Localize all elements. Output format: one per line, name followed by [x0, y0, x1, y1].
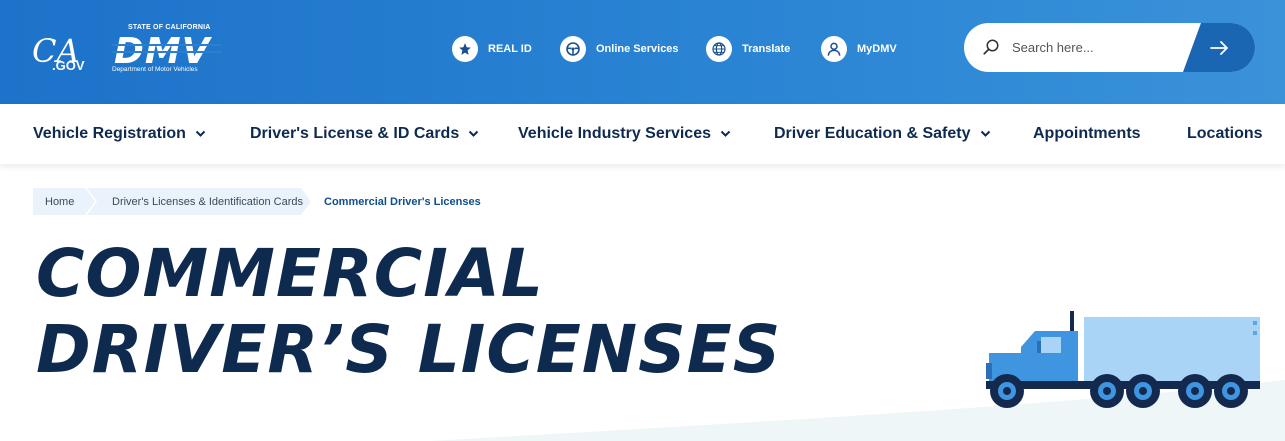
page-title-line-1: COMMERCIAL	[36, 235, 544, 312]
svg-text:.GOV: .GOV	[52, 58, 85, 72]
dmv-logo-subtext: Department of Motor Vehicles	[112, 66, 198, 73]
nav-item-label: Locations	[1187, 125, 1263, 142]
site-header: CA .GOV STATE OF CALIFORNIA DMV Departme…	[0, 0, 1285, 104]
nav-item-label: Vehicle Industry Services	[518, 125, 711, 142]
mydmv-link[interactable]: MyDMV	[821, 36, 897, 62]
breadcrumb-current-page: Commercial Driver's Licenses	[324, 195, 481, 208]
nav-appointments[interactable]: Appointments	[1033, 104, 1141, 164]
steering-wheel-icon	[560, 36, 586, 62]
nav-item-label: Appointments	[1033, 125, 1141, 142]
mydmv-label: MyDMV	[857, 43, 897, 55]
nav-vehicle-registration[interactable]: Vehicle Registration	[33, 104, 206, 164]
nav-item-label: Driver Education & Safety	[774, 125, 971, 142]
breadcrumb-home[interactable]: Home	[33, 188, 95, 215]
page-title: COMMERCIAL DRIVER’S LICENSES	[36, 236, 796, 388]
user-icon	[821, 36, 847, 62]
chevron-down-icon	[980, 130, 990, 137]
dmv-logo-mark: DMV	[112, 32, 222, 66]
chevron-down-icon	[469, 130, 479, 137]
nav-driver-education-safety[interactable]: Driver Education & Safety	[774, 104, 991, 164]
nav-item-label: Driver's License & ID Cards	[250, 125, 460, 142]
search-submit-button[interactable]	[1183, 23, 1255, 72]
svg-text:DMV: DMV	[114, 32, 213, 66]
online-services-link[interactable]: Online Services	[560, 36, 679, 62]
search-icon	[982, 38, 1000, 56]
chevron-down-icon	[195, 130, 206, 137]
translate-label: Translate	[742, 43, 791, 55]
breadcrumb-drivers-licenses[interactable]: Driver's Licenses & Identification Cards	[87, 188, 311, 215]
nav-locations[interactable]: Locations	[1187, 104, 1263, 164]
translate-link[interactable]: Translate	[706, 36, 790, 62]
real-id-label: REAL ID	[488, 43, 532, 55]
arrow-right-icon	[1210, 40, 1228, 55]
search-box	[964, 23, 1255, 72]
dmv-logo-state-text: STATE OF CALIFORNIA	[128, 24, 211, 31]
nav-drivers-license-id-cards[interactable]: Driver's License & ID Cards	[250, 104, 479, 164]
truck-illustration	[986, 311, 1260, 408]
real-id-link[interactable]: REAL ID	[452, 36, 532, 62]
main-nav: Vehicle Registration Driver's License & …	[0, 104, 1285, 164]
globe-icon	[706, 36, 732, 62]
nav-vehicle-industry-services[interactable]: Vehicle Industry Services	[518, 104, 731, 164]
search-input[interactable]	[1012, 35, 1182, 59]
online-services-label: Online Services	[596, 43, 679, 55]
page-title-line-2: DRIVER’S LICENSES	[36, 311, 782, 388]
nav-item-label: Vehicle Registration	[33, 125, 186, 142]
chevron-down-icon	[720, 130, 731, 137]
dmv-logo[interactable]: STATE OF CALIFORNIA DMV Department of Mo…	[108, 24, 228, 76]
ca-gov-logo[interactable]: CA .GOV	[30, 28, 92, 73]
star-icon	[452, 36, 478, 62]
